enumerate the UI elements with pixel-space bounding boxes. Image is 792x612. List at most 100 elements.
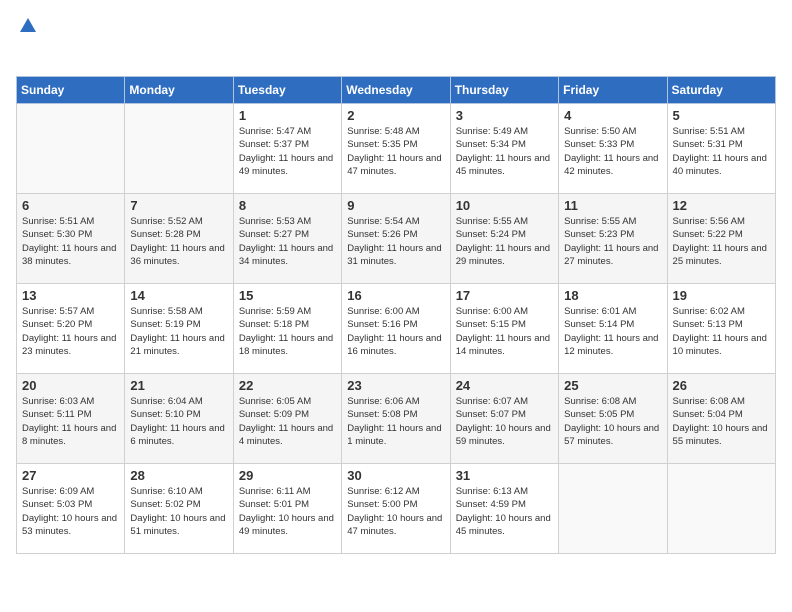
day-number: 20: [22, 378, 119, 393]
calendar-cell: [559, 464, 667, 554]
calendar-cell: 13 Sunrise: 5:57 AM Sunset: 5:20 PM Dayli…: [17, 284, 125, 374]
day-number: 6: [22, 198, 119, 213]
day-number: 12: [673, 198, 770, 213]
cell-content: Sunrise: 5:59 AM Sunset: 5:18 PM Dayligh…: [239, 305, 336, 358]
day-number: 2: [347, 108, 444, 123]
day-number: 13: [22, 288, 119, 303]
calendar-body: 1 Sunrise: 5:47 AM Sunset: 5:37 PM Daylig…: [17, 104, 776, 554]
week-row-3: 20 Sunrise: 6:03 AM Sunset: 5:11 PM Dayli…: [17, 374, 776, 464]
cell-content: Sunrise: 6:08 AM Sunset: 5:04 PM Dayligh…: [673, 395, 770, 448]
cell-content: Sunrise: 6:03 AM Sunset: 5:11 PM Dayligh…: [22, 395, 119, 448]
cell-content: Sunrise: 6:00 AM Sunset: 5:15 PM Dayligh…: [456, 305, 553, 358]
day-number: 26: [673, 378, 770, 393]
calendar-cell: 16 Sunrise: 6:00 AM Sunset: 5:16 PM Dayli…: [342, 284, 450, 374]
cell-content: Sunrise: 5:57 AM Sunset: 5:20 PM Dayligh…: [22, 305, 119, 358]
cell-content: Sunrise: 6:08 AM Sunset: 5:05 PM Dayligh…: [564, 395, 661, 448]
day-number: 31: [456, 468, 553, 483]
day-number: 17: [456, 288, 553, 303]
day-header-sunday: Sunday: [17, 77, 125, 104]
cell-content: Sunrise: 5:53 AM Sunset: 5:27 PM Dayligh…: [239, 215, 336, 268]
day-number: 28: [130, 468, 227, 483]
day-number: 27: [22, 468, 119, 483]
week-row-4: 27 Sunrise: 6:09 AM Sunset: 5:03 PM Dayli…: [17, 464, 776, 554]
calendar-cell: 11Sunrise: 5:55 AM Sunset: 5:23 PM Dayli…: [559, 194, 667, 284]
day-number: 8: [239, 198, 336, 213]
calendar-cell: 25 Sunrise: 6:08 AM Sunset: 5:05 PM Dayli…: [559, 374, 667, 464]
calendar-cell: 12 Sunrise: 5:56 AM Sunset: 5:22 PM Dayli…: [667, 194, 775, 284]
day-header-wednesday: Wednesday: [342, 77, 450, 104]
calendar-cell: 7 Sunrise: 5:52 AM Sunset: 5:28 PM Daylig…: [125, 194, 233, 284]
calendar-cell: 31Sunrise: 6:13 AM Sunset: 4:59 PM Dayli…: [450, 464, 558, 554]
calendar-cell: 5Sunrise: 5:51 AM Sunset: 5:31 PM Daylig…: [667, 104, 775, 194]
cell-content: Sunrise: 6:09 AM Sunset: 5:03 PM Dayligh…: [22, 485, 119, 538]
calendar-cell: 26 Sunrise: 6:08 AM Sunset: 5:04 PM Dayli…: [667, 374, 775, 464]
cell-content: Sunrise: 5:58 AM Sunset: 5:19 PM Dayligh…: [130, 305, 227, 358]
week-row-2: 13 Sunrise: 5:57 AM Sunset: 5:20 PM Dayli…: [17, 284, 776, 374]
calendar-cell: 9 Sunrise: 5:54 AM Sunset: 5:26 PM Daylig…: [342, 194, 450, 284]
day-number: 22: [239, 378, 336, 393]
calendar-cell: [125, 104, 233, 194]
logo: [16, 16, 38, 64]
calendar-cell: [667, 464, 775, 554]
calendar-cell: 24 Sunrise: 6:07 AM Sunset: 5:07 PM Dayli…: [450, 374, 558, 464]
week-row-1: 6 Sunrise: 5:51 AM Sunset: 5:30 PM Daylig…: [17, 194, 776, 284]
logo-icon: [18, 16, 38, 36]
day-number: 4: [564, 108, 661, 123]
calendar-cell: 17 Sunrise: 6:00 AM Sunset: 5:15 PM Dayli…: [450, 284, 558, 374]
cell-content: Sunrise: 6:12 AM Sunset: 5:00 PM Dayligh…: [347, 485, 444, 538]
day-number: 16: [347, 288, 444, 303]
day-number: 1: [239, 108, 336, 123]
day-number: 7: [130, 198, 227, 213]
calendar-cell: 1 Sunrise: 5:47 AM Sunset: 5:37 PM Daylig…: [233, 104, 341, 194]
cell-content: Sunrise: 5:51 AM Sunset: 5:30 PM Dayligh…: [22, 215, 119, 268]
week-row-0: 1 Sunrise: 5:47 AM Sunset: 5:37 PM Daylig…: [17, 104, 776, 194]
calendar-cell: 18 Sunrise: 6:01 AM Sunset: 5:14 PM Dayli…: [559, 284, 667, 374]
days-header-row: SundayMondayTuesdayWednesdayThursdayFrid…: [17, 77, 776, 104]
day-header-friday: Friday: [559, 77, 667, 104]
calendar-cell: 2 Sunrise: 5:48 AM Sunset: 5:35 PM Daylig…: [342, 104, 450, 194]
cell-content: Sunrise: 5:56 AM Sunset: 5:22 PM Dayligh…: [673, 215, 770, 268]
header: [16, 16, 776, 64]
cell-content: Sunrise: 6:04 AM Sunset: 5:10 PM Dayligh…: [130, 395, 227, 448]
calendar-cell: 19Sunrise: 6:02 AM Sunset: 5:13 PM Dayli…: [667, 284, 775, 374]
day-number: 18: [564, 288, 661, 303]
calendar-cell: 15Sunrise: 5:59 AM Sunset: 5:18 PM Dayli…: [233, 284, 341, 374]
calendar-cell: [17, 104, 125, 194]
day-number: 30: [347, 468, 444, 483]
cell-content: Sunrise: 5:49 AM Sunset: 5:34 PM Dayligh…: [456, 125, 553, 178]
calendar-cell: 27 Sunrise: 6:09 AM Sunset: 5:03 PM Dayli…: [17, 464, 125, 554]
cell-content: Sunrise: 5:55 AM Sunset: 5:24 PM Dayligh…: [456, 215, 553, 268]
cell-content: Sunrise: 6:00 AM Sunset: 5:16 PM Dayligh…: [347, 305, 444, 358]
cell-content: Sunrise: 5:54 AM Sunset: 5:26 PM Dayligh…: [347, 215, 444, 268]
calendar-cell: 6 Sunrise: 5:51 AM Sunset: 5:30 PM Daylig…: [17, 194, 125, 284]
cell-content: Sunrise: 6:11 AM Sunset: 5:01 PM Dayligh…: [239, 485, 336, 538]
cell-content: Sunrise: 5:50 AM Sunset: 5:33 PM Dayligh…: [564, 125, 661, 178]
calendar-cell: 21Sunrise: 6:04 AM Sunset: 5:10 PM Dayli…: [125, 374, 233, 464]
cell-content: Sunrise: 6:07 AM Sunset: 5:07 PM Dayligh…: [456, 395, 553, 448]
day-number: 10: [456, 198, 553, 213]
cell-content: Sunrise: 6:05 AM Sunset: 5:09 PM Dayligh…: [239, 395, 336, 448]
calendar-table: SundayMondayTuesdayWednesdayThursdayFrid…: [16, 76, 776, 554]
cell-content: Sunrise: 6:01 AM Sunset: 5:14 PM Dayligh…: [564, 305, 661, 358]
cell-content: Sunrise: 5:55 AM Sunset: 5:23 PM Dayligh…: [564, 215, 661, 268]
day-number: 25: [564, 378, 661, 393]
cell-content: Sunrise: 6:06 AM Sunset: 5:08 PM Dayligh…: [347, 395, 444, 448]
cell-content: Sunrise: 5:48 AM Sunset: 5:35 PM Dayligh…: [347, 125, 444, 178]
day-header-monday: Monday: [125, 77, 233, 104]
day-header-thursday: Thursday: [450, 77, 558, 104]
calendar-cell: 20 Sunrise: 6:03 AM Sunset: 5:11 PM Dayli…: [17, 374, 125, 464]
calendar-cell: 8 Sunrise: 5:53 AM Sunset: 5:27 PM Daylig…: [233, 194, 341, 284]
cell-content: Sunrise: 5:47 AM Sunset: 5:37 PM Dayligh…: [239, 125, 336, 178]
cell-content: Sunrise: 6:10 AM Sunset: 5:02 PM Dayligh…: [130, 485, 227, 538]
calendar-cell: 14Sunrise: 5:58 AM Sunset: 5:19 PM Dayli…: [125, 284, 233, 374]
day-number: 9: [347, 198, 444, 213]
day-number: 5: [673, 108, 770, 123]
day-number: 3: [456, 108, 553, 123]
calendar-cell: 3 Sunrise: 5:49 AM Sunset: 5:34 PM Daylig…: [450, 104, 558, 194]
calendar-cell: 29Sunrise: 6:11 AM Sunset: 5:01 PM Dayli…: [233, 464, 341, 554]
day-header-tuesday: Tuesday: [233, 77, 341, 104]
calendar-cell: 4 Sunrise: 5:50 AM Sunset: 5:33 PM Daylig…: [559, 104, 667, 194]
cell-content: Sunrise: 5:52 AM Sunset: 5:28 PM Dayligh…: [130, 215, 227, 268]
day-number: 24: [456, 378, 553, 393]
cell-content: Sunrise: 6:02 AM Sunset: 5:13 PM Dayligh…: [673, 305, 770, 358]
